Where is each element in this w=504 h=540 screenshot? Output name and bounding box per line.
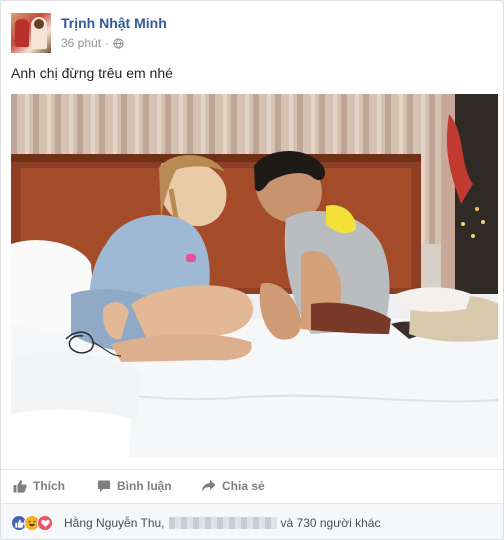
reactions-bar: Hằng Nguyễn Thu, và 730 người khác bbox=[1, 503, 503, 539]
post-photo[interactable] bbox=[11, 94, 498, 458]
thumbs-up-icon bbox=[13, 480, 27, 493]
globe-icon[interactable] bbox=[113, 37, 124, 49]
like-button[interactable]: Thích bbox=[13, 479, 65, 493]
post-header: Trịnh Nhật Minh 36 phút · bbox=[11, 13, 493, 55]
like-label: Thích bbox=[33, 479, 65, 493]
post-meta: 36 phút · bbox=[61, 36, 124, 50]
reaction-icons[interactable] bbox=[11, 515, 53, 531]
reaction-summary[interactable]: Hằng Nguyễn Thu, và 730 người khác bbox=[64, 516, 380, 530]
share-button[interactable]: Chia sẻ bbox=[201, 479, 265, 493]
author-avatar[interactable] bbox=[11, 13, 51, 53]
share-label: Chia sẻ bbox=[222, 479, 265, 493]
love-reaction-icon bbox=[37, 515, 53, 531]
author-name[interactable]: Trịnh Nhật Minh bbox=[61, 15, 167, 31]
post-card: Trịnh Nhật Minh 36 phút · Anh chị đừng t… bbox=[0, 0, 504, 540]
reactor-others[interactable]: và 730 người khác bbox=[281, 516, 381, 530]
share-icon bbox=[201, 480, 216, 492]
comment-button[interactable]: Bình luận bbox=[97, 479, 172, 493]
redacted-names bbox=[168, 517, 277, 529]
post-message: Anh chị đừng trêu em nhé bbox=[11, 65, 173, 81]
action-bar: Thích Bình luận Chia sẻ bbox=[1, 469, 503, 503]
post-time[interactable]: 36 phút bbox=[61, 36, 101, 50]
photo-illustration bbox=[11, 94, 498, 458]
comment-icon bbox=[98, 480, 110, 492]
meta-separator: · bbox=[105, 36, 110, 50]
comment-label: Bình luận bbox=[117, 479, 172, 493]
reactor-first-name[interactable]: Hằng Nguyễn Thu, bbox=[64, 516, 165, 530]
